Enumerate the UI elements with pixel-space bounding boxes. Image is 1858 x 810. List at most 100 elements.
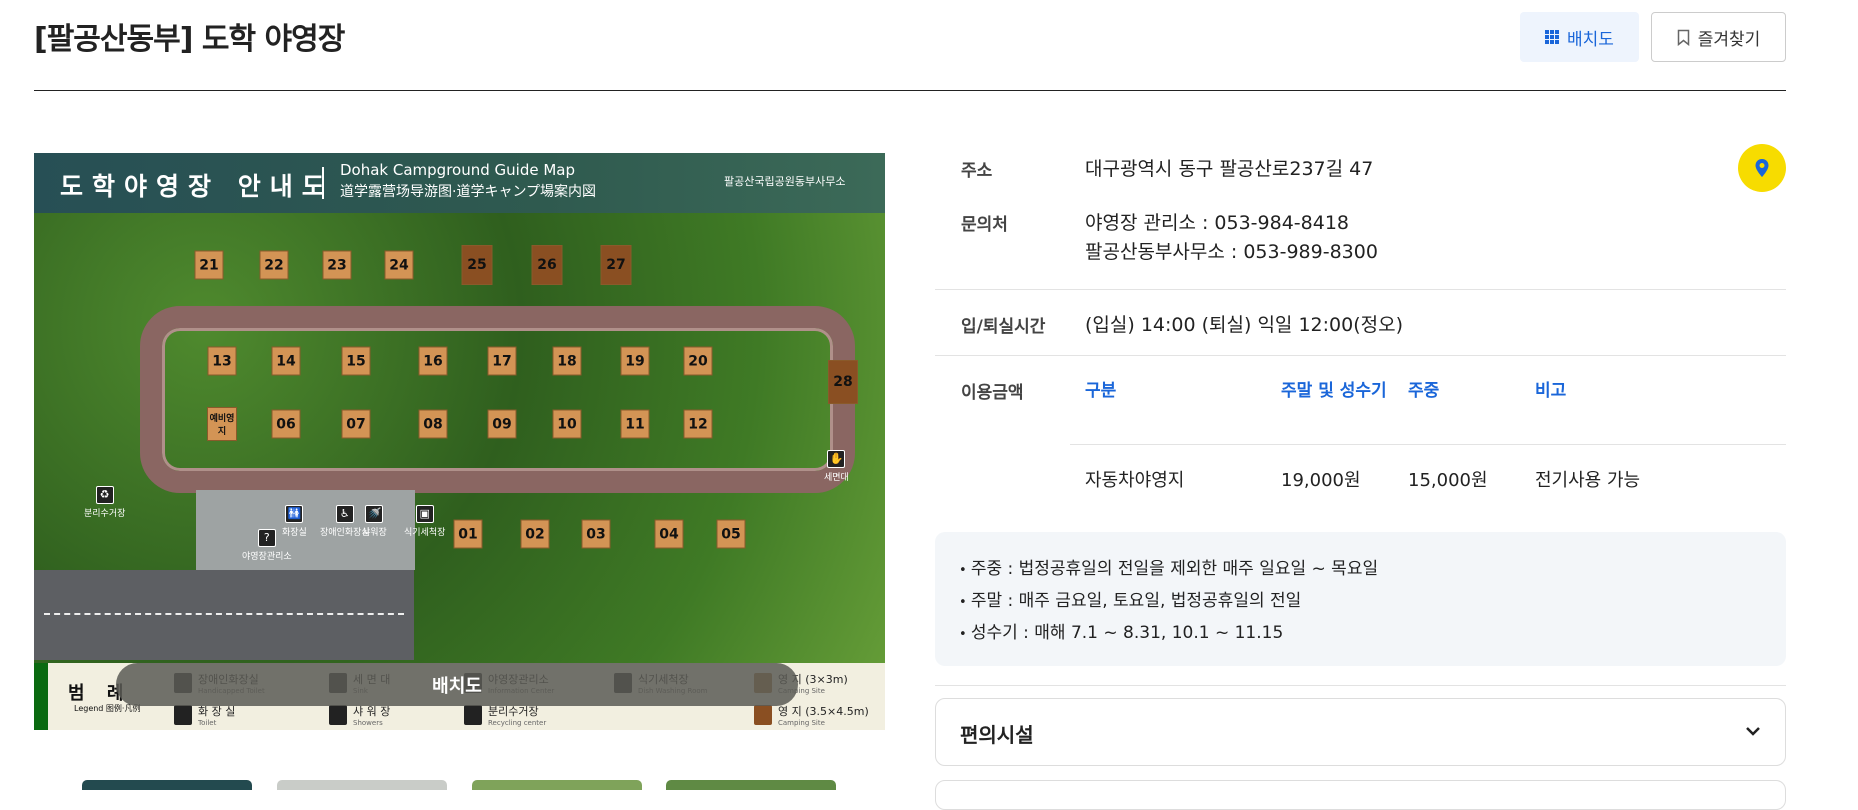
site-large-icon [754, 705, 772, 725]
address-label: 주소 [961, 161, 993, 181]
facility-icon: ✋ [827, 450, 846, 468]
layout-button-label: 배치도 [1567, 29, 1614, 50]
legend-label-en: Camping Site [778, 719, 825, 727]
legend-label: 샤 워 장 [353, 705, 391, 718]
facilities-accordion[interactable]: 편의시설 [935, 698, 1786, 766]
campsite-marker: 27 [600, 245, 632, 285]
campsite-marker: 03 [581, 519, 611, 549]
location-pin-icon [1755, 159, 1769, 177]
layout-map-overlay-label[interactable]: 배치도 [116, 663, 798, 706]
campsite-marker: 12 [683, 409, 713, 439]
checkin-label: 입/퇴실시간 [961, 317, 1046, 337]
fee-header-note: 비고 [1535, 381, 1567, 401]
campsite-marker: 25 [461, 245, 493, 285]
campsite-marker: 10 [552, 409, 582, 439]
address-value: 대구광역시 동구 팔공산로237길 47 [1085, 158, 1374, 180]
facility-icon: ♿ [335, 505, 354, 523]
legend-label-en: Toilet [198, 719, 217, 727]
campsite-marker: 예비영지 [207, 407, 237, 441]
facility-label: 샤워장 [362, 528, 387, 538]
campsite-marker: 04 [654, 519, 684, 549]
legend-label-en: Showers [353, 719, 383, 727]
banner-divider [322, 167, 324, 199]
contact-office: 야영장 관리소 : 053-984-8418 [1085, 212, 1349, 234]
fee-notes-box: 주중 : 법정공휴일의 전일을 제외한 매주 일요일 ~ 목요일 주말 : 매주… [935, 532, 1786, 666]
favorite-button-label: 즐겨찾기 [1697, 29, 1761, 50]
legend-item: 분리수거장 Recycling center [464, 703, 546, 727]
thumbnail-strip [82, 780, 842, 790]
campsite-marker: 26 [531, 245, 563, 285]
page-title: [팔공산동부] 도학 야영장 [34, 22, 345, 57]
legend-accent-bar [34, 663, 48, 730]
favorite-button[interactable]: 즐겨찾기 [1651, 12, 1786, 62]
facility-icon: 🚻 [285, 505, 304, 523]
title-divider [34, 90, 1786, 91]
org-logo-text: 팔공산국립공원동부사무소 [724, 175, 846, 188]
note-item: 주말 : 매주 금요일, 토요일, 법정공휴일의 전일 [959, 586, 1762, 618]
road-marking [44, 613, 404, 615]
legend-label: 분리수거장 [488, 705, 539, 718]
note-item: 성수기 : 매해 7.1 ~ 8.31, 10.1 ~ 11.15 [959, 618, 1762, 650]
recycle-icon [464, 705, 482, 725]
facility-marker: 🚿 샤워장 [362, 505, 387, 538]
road [34, 570, 414, 660]
legend-item: 영 지 (3.5×4.5m) Camping Site [754, 703, 869, 727]
map-title-cn: 道学露营场导游图·道学キャンプ場案内図 [340, 184, 597, 200]
campsite-marker: 01 [453, 519, 483, 549]
campsite-marker: 14 [271, 346, 301, 376]
map-title-ko: 도학야영장 안내도 [60, 172, 334, 201]
divider [935, 685, 1786, 686]
contact-hq: 팔공산동부사무소 : 053-989-8300 [1085, 241, 1378, 263]
legend-item: 화 장 실 Toilet [174, 703, 235, 727]
campsite-marker: 17 [487, 346, 517, 376]
facility-icon: ? [257, 529, 276, 547]
fee-label: 이용금액 [961, 383, 1024, 403]
campsite-marker: 28 [828, 360, 858, 404]
campsite-marker: 19 [620, 346, 650, 376]
divider [935, 355, 1786, 356]
checkin-value: (입실) 14:00 (퇴실) 익일 12:00(정오) [1085, 314, 1403, 336]
facility-label: 식기세척장 [404, 528, 446, 538]
thumbnail[interactable] [472, 780, 642, 790]
campsite-marker: 09 [487, 409, 517, 439]
thumbnail[interactable] [277, 780, 447, 790]
facility-icon: 🚿 [365, 505, 384, 523]
thumbnail[interactable] [82, 780, 252, 790]
facilities-title: 편의시설 [960, 723, 1034, 747]
campsite-marker: 21 [194, 250, 224, 280]
campsite-marker: 22 [259, 250, 289, 280]
legend-label-en: Recycling center [488, 719, 547, 727]
campsite-marker: 02 [520, 519, 550, 549]
shower-icon [329, 705, 347, 725]
fee-cell-type: 자동차야영지 [1085, 470, 1185, 491]
campsite-marker: 06 [271, 409, 301, 439]
note-item: 주중 : 법정공휴일의 전일을 제외한 매주 일요일 ~ 목요일 [959, 554, 1762, 586]
grid-icon [1545, 30, 1560, 44]
facility-marker: ? 야영장관리소 [242, 529, 292, 562]
thumbnail[interactable] [666, 780, 836, 790]
campsite-marker: 07 [341, 409, 371, 439]
legend-label: 화 장 실 [198, 705, 236, 718]
contact-label: 문의처 [961, 215, 1008, 235]
campsite-marker: 23 [322, 250, 352, 280]
fee-cell-weekend: 19,000원 [1281, 470, 1361, 491]
map-title-en: Dohak Campground Guide Map [340, 161, 575, 179]
layout-map-button[interactable]: 배치도 [1520, 12, 1639, 62]
fee-header-type: 구분 [1085, 381, 1117, 401]
divider [1070, 444, 1786, 445]
fee-header-weekend: 주말 및 성수기 [1281, 381, 1387, 401]
legend-item: 샤 워 장 Showers [329, 703, 390, 727]
campsite-marker: 15 [341, 346, 371, 376]
facility-label: 야영장관리소 [242, 552, 292, 562]
divider [935, 289, 1786, 290]
fee-cell-weekday: 15,000원 [1408, 470, 1488, 491]
campground-map-image[interactable]: 21 22 23 24 25 26 27 13 14 15 16 17 18 19 20 예비영지 06 07 08… [34, 153, 885, 730]
campsite-marker: 24 [384, 250, 414, 280]
fee-cell-note: 전기사용 가능 [1535, 470, 1641, 491]
campsite-marker: 16 [418, 346, 448, 376]
campground-loop-road [140, 306, 855, 493]
campsite-marker: 05 [716, 519, 746, 549]
map-location-button[interactable] [1738, 144, 1786, 192]
facility-icon: ▣ [415, 505, 434, 523]
facility-label: 분리수거장 [84, 509, 126, 519]
